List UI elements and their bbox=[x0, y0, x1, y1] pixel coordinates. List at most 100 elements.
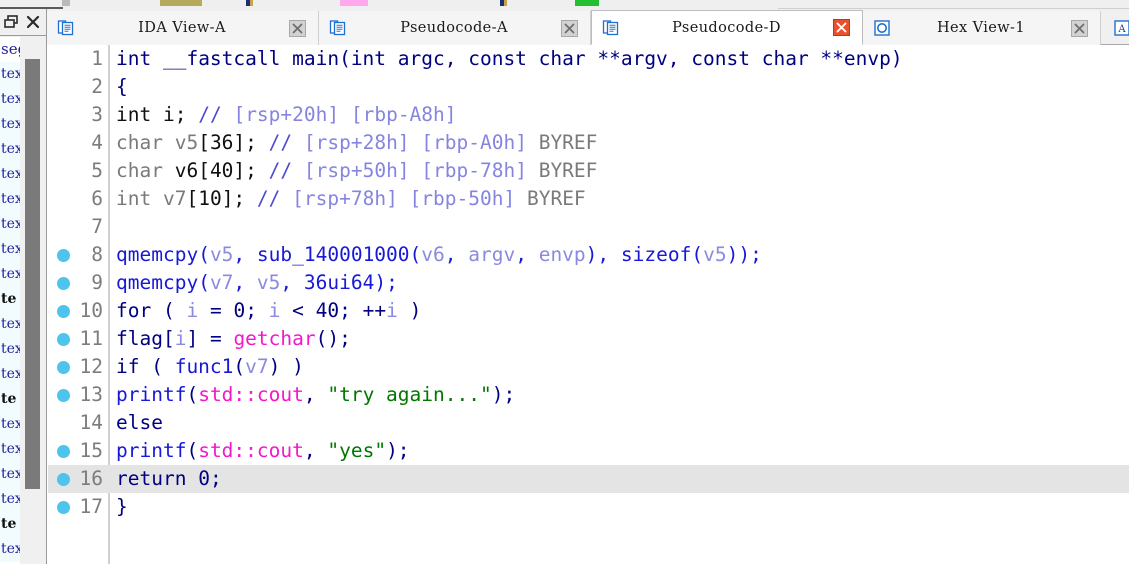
code-line[interactable]: 7 bbox=[48, 213, 1129, 241]
tab-hex-view-1[interactable]: Hex View-1 bbox=[863, 11, 1101, 45]
tab-ida-view-a[interactable]: IDA View-A bbox=[47, 11, 319, 45]
line-number: 1 bbox=[91, 47, 103, 70]
code-line[interactable]: 13 printf(std::cout, "try again..."); bbox=[48, 381, 1129, 409]
code-text[interactable]: flag[i] = getchar(); bbox=[116, 325, 351, 353]
code-text[interactable]: else bbox=[116, 409, 163, 437]
close-window-icon[interactable] bbox=[23, 12, 43, 32]
document-view-icon bbox=[57, 19, 75, 37]
code-text[interactable]: int __fastcall main(int argc, const char… bbox=[116, 45, 903, 73]
code-text[interactable]: } bbox=[116, 493, 128, 521]
code-token: qmemcpy bbox=[116, 243, 199, 266]
tab-close-icon-active[interactable] bbox=[833, 19, 850, 36]
code-line[interactable]: 3 int i; // [rsp+20h] [rbp-A8h] bbox=[48, 101, 1129, 129]
view-tab-strip[interactable]: IDA View-A Pseudocode-A Pseudocode-D Hex Vi… bbox=[47, 9, 1129, 45]
line-number: 3 bbox=[91, 103, 103, 126]
code-line[interactable]: 9 qmemcpy(v7, v5, 36ui64); bbox=[48, 269, 1129, 297]
code-token: (int argc, const char **argv, const char… bbox=[339, 47, 903, 70]
code-token: (); bbox=[315, 327, 351, 350]
svg-text:A: A bbox=[1117, 24, 1126, 35]
code-token: [ bbox=[162, 327, 175, 350]
code-token: ( bbox=[233, 355, 246, 378]
line-number: 6 bbox=[91, 187, 103, 210]
code-text[interactable]: qmemcpy(v5, sub_140001000(v6, argv, envp… bbox=[116, 241, 762, 269]
code-text[interactable]: char v5[36]; // [rsp+28h] [rbp-A0h] BYRE… bbox=[116, 129, 597, 157]
code-line[interactable]: 4 char v5[36]; // [rsp+28h] [rbp-A0h] BY… bbox=[48, 129, 1129, 157]
line-number: 11 bbox=[79, 327, 103, 350]
code-token: , bbox=[233, 271, 257, 294]
line-number: 14 bbox=[79, 411, 103, 434]
code-line[interactable]: 1 int __fastcall main(int argc, const cha… bbox=[48, 45, 1129, 73]
code-text[interactable]: return 0; bbox=[116, 465, 222, 493]
code-token: } bbox=[116, 495, 128, 518]
document-view-icon bbox=[602, 19, 620, 37]
code-token: BYREF bbox=[538, 131, 598, 154]
code-token: i bbox=[386, 299, 398, 322]
code-token: qmemcpy bbox=[116, 271, 199, 294]
code-line[interactable]: 10 for ( i = 0; i < 40; ++i ) bbox=[48, 297, 1129, 325]
line-number: 15 bbox=[79, 439, 103, 462]
code-text[interactable]: int v7[10]; // [rsp+78h] [rbp-50h] BYREF bbox=[116, 185, 586, 213]
code-text[interactable]: for ( i = 0; i < 40; ++i ) bbox=[116, 297, 421, 325]
code-token: return bbox=[116, 467, 199, 490]
code-token: v5 bbox=[209, 243, 234, 266]
code-token: ); bbox=[386, 439, 410, 462]
code-token: 0 bbox=[198, 467, 210, 490]
left-docked-panel: seg tex tex tex tex tex tex tex tex tex te tex tex te… bbox=[0, 9, 47, 564]
code-line[interactable]: 5 char v6[40]; // [rsp+50h] [rbp-78h] BY… bbox=[48, 157, 1129, 185]
panel-scrollbar[interactable] bbox=[20, 37, 46, 564]
code-line[interactable]: 14 else bbox=[48, 409, 1129, 437]
code-token: i bbox=[174, 327, 187, 350]
code-text[interactable]: printf(std::cout, "yes"); bbox=[116, 437, 410, 465]
tab-structures-view[interactable]: A bbox=[1101, 11, 1129, 45]
code-token: int bbox=[116, 187, 163, 210]
code-line[interactable]: 2{ bbox=[48, 73, 1129, 101]
line-number: 13 bbox=[79, 383, 103, 406]
code-token: ) ) bbox=[268, 355, 304, 378]
code-token: ), bbox=[585, 243, 621, 266]
code-token: __fastcall bbox=[162, 47, 293, 70]
code-line[interactable]: 15 printf(std::cout, "yes"); bbox=[48, 437, 1129, 465]
panel-scrollbar-thumb[interactable] bbox=[25, 59, 40, 489]
code-text[interactable]: printf(std::cout, "try again..."); bbox=[116, 381, 515, 409]
code-token: ( bbox=[186, 439, 199, 462]
code-token: i bbox=[162, 103, 175, 126]
code-line[interactable]: 11 flag[i] = getchar(); bbox=[48, 325, 1129, 353]
code-token: [rsp+50h] [rbp-78h] bbox=[303, 159, 539, 182]
code-token: ; bbox=[209, 467, 222, 490]
code-text[interactable]: { bbox=[116, 73, 128, 101]
code-token: ]; bbox=[233, 131, 269, 154]
navigator-segment bbox=[340, 0, 368, 6]
code-token: 40 bbox=[315, 299, 340, 322]
line-number: 7 bbox=[91, 215, 103, 238]
code-line[interactable]: 12 if ( func1(v7) ) bbox=[48, 353, 1129, 381]
code-token: ; bbox=[174, 103, 199, 126]
navigator-band[interactable] bbox=[0, 0, 1129, 9]
code-text[interactable]: char v6[40]; // [rsp+50h] [rbp-78h] BYRE… bbox=[116, 157, 597, 185]
code-text[interactable]: if ( func1(v7) ) bbox=[116, 353, 304, 381]
code-body[interactable]: 1 int __fastcall main(int argc, const cha… bbox=[48, 45, 1129, 521]
line-number: 12 bbox=[79, 355, 103, 378]
restore-window-icon[interactable] bbox=[2, 12, 22, 32]
code-line[interactable]: 8 qmemcpy(v5, sub_140001000(v6, argv, en… bbox=[48, 241, 1129, 269]
code-line[interactable]: 16 return 0; bbox=[48, 465, 1129, 493]
tab-pseudocode-a[interactable]: Pseudocode-A bbox=[319, 11, 591, 45]
code-token: sub_140001000 bbox=[256, 243, 410, 266]
tab-close-icon[interactable] bbox=[561, 19, 578, 37]
code-token: , bbox=[303, 383, 328, 406]
tab-close-icon[interactable] bbox=[1071, 19, 1088, 37]
tab-label: Pseudocode-A bbox=[400, 20, 508, 36]
code-token: ) bbox=[397, 299, 422, 322]
code-line[interactable]: 17} bbox=[48, 493, 1129, 521]
tab-pseudocode-d[interactable]: Pseudocode-D bbox=[591, 10, 863, 45]
code-text[interactable]: int i; // [rsp+20h] [rbp-A8h] bbox=[116, 101, 457, 129]
tab-close-icon[interactable] bbox=[289, 19, 306, 37]
code-token: < bbox=[280, 299, 316, 322]
code-token: else bbox=[116, 411, 163, 434]
code-token: char bbox=[116, 131, 175, 154]
code-token: ( bbox=[691, 243, 704, 266]
pseudocode-editor[interactable]: 1 int __fastcall main(int argc, const cha… bbox=[48, 45, 1129, 564]
code-line[interactable]: 6 int v7[10]; // [rsp+78h] [rbp-50h] BYR… bbox=[48, 185, 1129, 213]
code-text[interactable]: qmemcpy(v7, v5, 36ui64); bbox=[116, 269, 398, 297]
code-token: ); bbox=[374, 271, 398, 294]
code-token: i bbox=[186, 299, 199, 322]
